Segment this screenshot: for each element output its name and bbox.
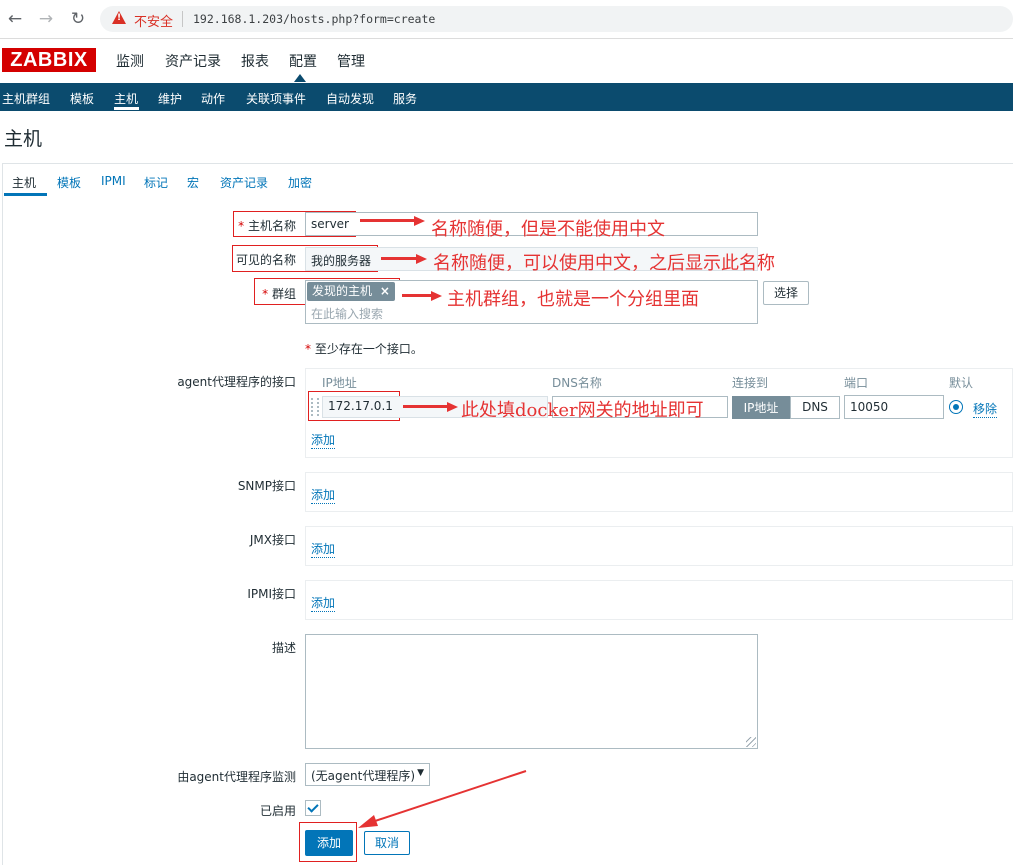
arrow-head xyxy=(358,815,378,828)
top-menu-administration[interactable]: 管理 xyxy=(337,51,365,71)
tab-templates[interactable]: 模板 xyxy=(57,174,81,191)
add-agent-interface-link[interactable]: 添加 xyxy=(311,431,336,449)
sub-menu-host-groups[interactable]: 主机群组 xyxy=(2,90,50,107)
column-dns: DNS名称 xyxy=(552,376,602,390)
group-tag-label: 发现的主机 xyxy=(312,284,373,298)
tab-macros[interactable]: 宏 xyxy=(187,174,199,191)
annotation-ip: 此处填docker网关的地址即可 xyxy=(461,400,704,421)
sub-menu-actions[interactable]: 动作 xyxy=(201,90,225,107)
host-name-label: * 主机名称 xyxy=(238,219,296,233)
arrow-head xyxy=(416,254,427,264)
remove-interface-link[interactable]: 移除 xyxy=(973,400,998,418)
monitored-by-label: 由agent代理程序监测 xyxy=(177,770,296,784)
sub-menu-templates[interactable]: 模板 xyxy=(70,90,94,107)
ipmi-interfaces-section xyxy=(305,580,1013,620)
select-groups-button[interactable]: 选择 xyxy=(763,281,809,305)
connect-dns-toggle[interactable]: DNS xyxy=(790,396,840,419)
radio-dot xyxy=(953,404,959,410)
annotation-visible-name: 名称随便，可以使用中文，之后显示此名称 xyxy=(433,253,775,274)
top-menu-monitoring[interactable]: 监测 xyxy=(116,51,144,71)
port-input[interactable]: 10050 xyxy=(844,395,944,419)
top-menu-active-indicator xyxy=(294,74,306,82)
arrow-head xyxy=(447,402,458,412)
default-radio[interactable] xyxy=(949,400,963,414)
top-menu-reports[interactable]: 报表 xyxy=(241,51,269,71)
sub-menu-discovery[interactable]: 自动发现 xyxy=(326,90,374,107)
jmx-interfaces-label: JMX接口 xyxy=(249,533,296,547)
column-port: 端口 xyxy=(844,376,869,390)
tab-inventory[interactable]: 资产记录 xyxy=(220,174,268,191)
jmx-interfaces-section xyxy=(305,526,1013,566)
top-menu-inventory[interactable]: 资产记录 xyxy=(165,51,221,71)
arrow-left-icon[interactable]: ← xyxy=(4,8,26,30)
ipmi-interfaces-label: IPMI接口 xyxy=(247,587,296,601)
agent-interfaces-label: agent代理程序的接口 xyxy=(177,375,296,389)
arrow-head xyxy=(414,216,425,226)
sub-navigation xyxy=(0,83,1013,111)
sub-menu-hosts[interactable]: 主机 xyxy=(114,90,138,107)
arrow-line xyxy=(403,405,449,408)
snmp-interfaces-section xyxy=(305,472,1013,512)
add-jmx-interface-link[interactable]: 添加 xyxy=(311,540,336,558)
add-snmp-interface-link[interactable]: 添加 xyxy=(311,486,336,504)
interface-note: * 至少存在一个接口。 xyxy=(305,342,423,356)
description-textarea[interactable] xyxy=(305,634,758,749)
arrow-line xyxy=(365,770,527,825)
add-ipmi-interface-link[interactable]: 添加 xyxy=(311,594,336,612)
security-warning[interactable]: 不安全 xyxy=(134,11,173,30)
arrow-right-icon[interactable]: → xyxy=(35,8,57,30)
arrow-line xyxy=(402,294,433,297)
reload-icon[interactable]: ↻ xyxy=(67,8,89,30)
snmp-interfaces-label: SNMP接口 xyxy=(237,479,296,493)
tab-encryption[interactable]: 加密 xyxy=(288,174,312,191)
sub-menu-correlation[interactable]: 关联项事件 xyxy=(246,90,306,107)
sub-menu-services[interactable]: 服务 xyxy=(393,90,417,107)
column-ip: IP地址 xyxy=(322,376,357,390)
close-icon[interactable]: × xyxy=(380,284,390,298)
arrow-line xyxy=(360,219,416,222)
groups-label: * 群组 xyxy=(262,287,296,301)
sub-menu-active-indicator xyxy=(114,107,139,110)
tab-tags[interactable]: 标记 xyxy=(144,174,168,191)
description-label: 描述 xyxy=(271,641,296,655)
top-menu-configuration[interactable]: 配置 xyxy=(289,51,317,71)
enabled-checkbox[interactable] xyxy=(305,800,321,816)
connect-ip-toggle[interactable]: IP地址 xyxy=(732,396,790,419)
tab-ipmi[interactable]: IPMI xyxy=(101,174,126,188)
group-tag[interactable]: 发现的主机 × xyxy=(307,282,395,301)
column-connect: 连接到 xyxy=(732,376,769,390)
annotation-host-name: 名称随便，但是不能使用中文 xyxy=(431,219,665,240)
tab-host[interactable]: 主机 xyxy=(12,174,36,191)
warning-icon-mark: ! xyxy=(117,13,122,23)
annotation-arrow-to-add xyxy=(358,770,527,828)
groups-search-placeholder[interactable]: 在此输入搜索 xyxy=(311,305,383,322)
column-default: 默认 xyxy=(949,376,974,390)
url-separator xyxy=(182,11,183,27)
annotation-groups: 主机群组，也就是一个分组里面 xyxy=(447,289,699,310)
resize-handle-icon[interactable] xyxy=(746,737,756,747)
sub-menu-maintenance[interactable]: 维护 xyxy=(158,90,182,107)
visible-name-label: 可见的名称 xyxy=(235,253,296,267)
arrow-line xyxy=(381,257,418,260)
arrow-head xyxy=(431,291,442,301)
enabled-label: 已启用 xyxy=(259,804,296,818)
page-title: 主机 xyxy=(4,128,43,150)
check-icon xyxy=(307,801,319,813)
zabbix-logo[interactable]: ZABBIX xyxy=(2,48,96,72)
active-tab-indicator xyxy=(4,193,47,196)
url-text[interactable]: 192.168.1.203/hosts.php?form=create xyxy=(193,12,435,26)
